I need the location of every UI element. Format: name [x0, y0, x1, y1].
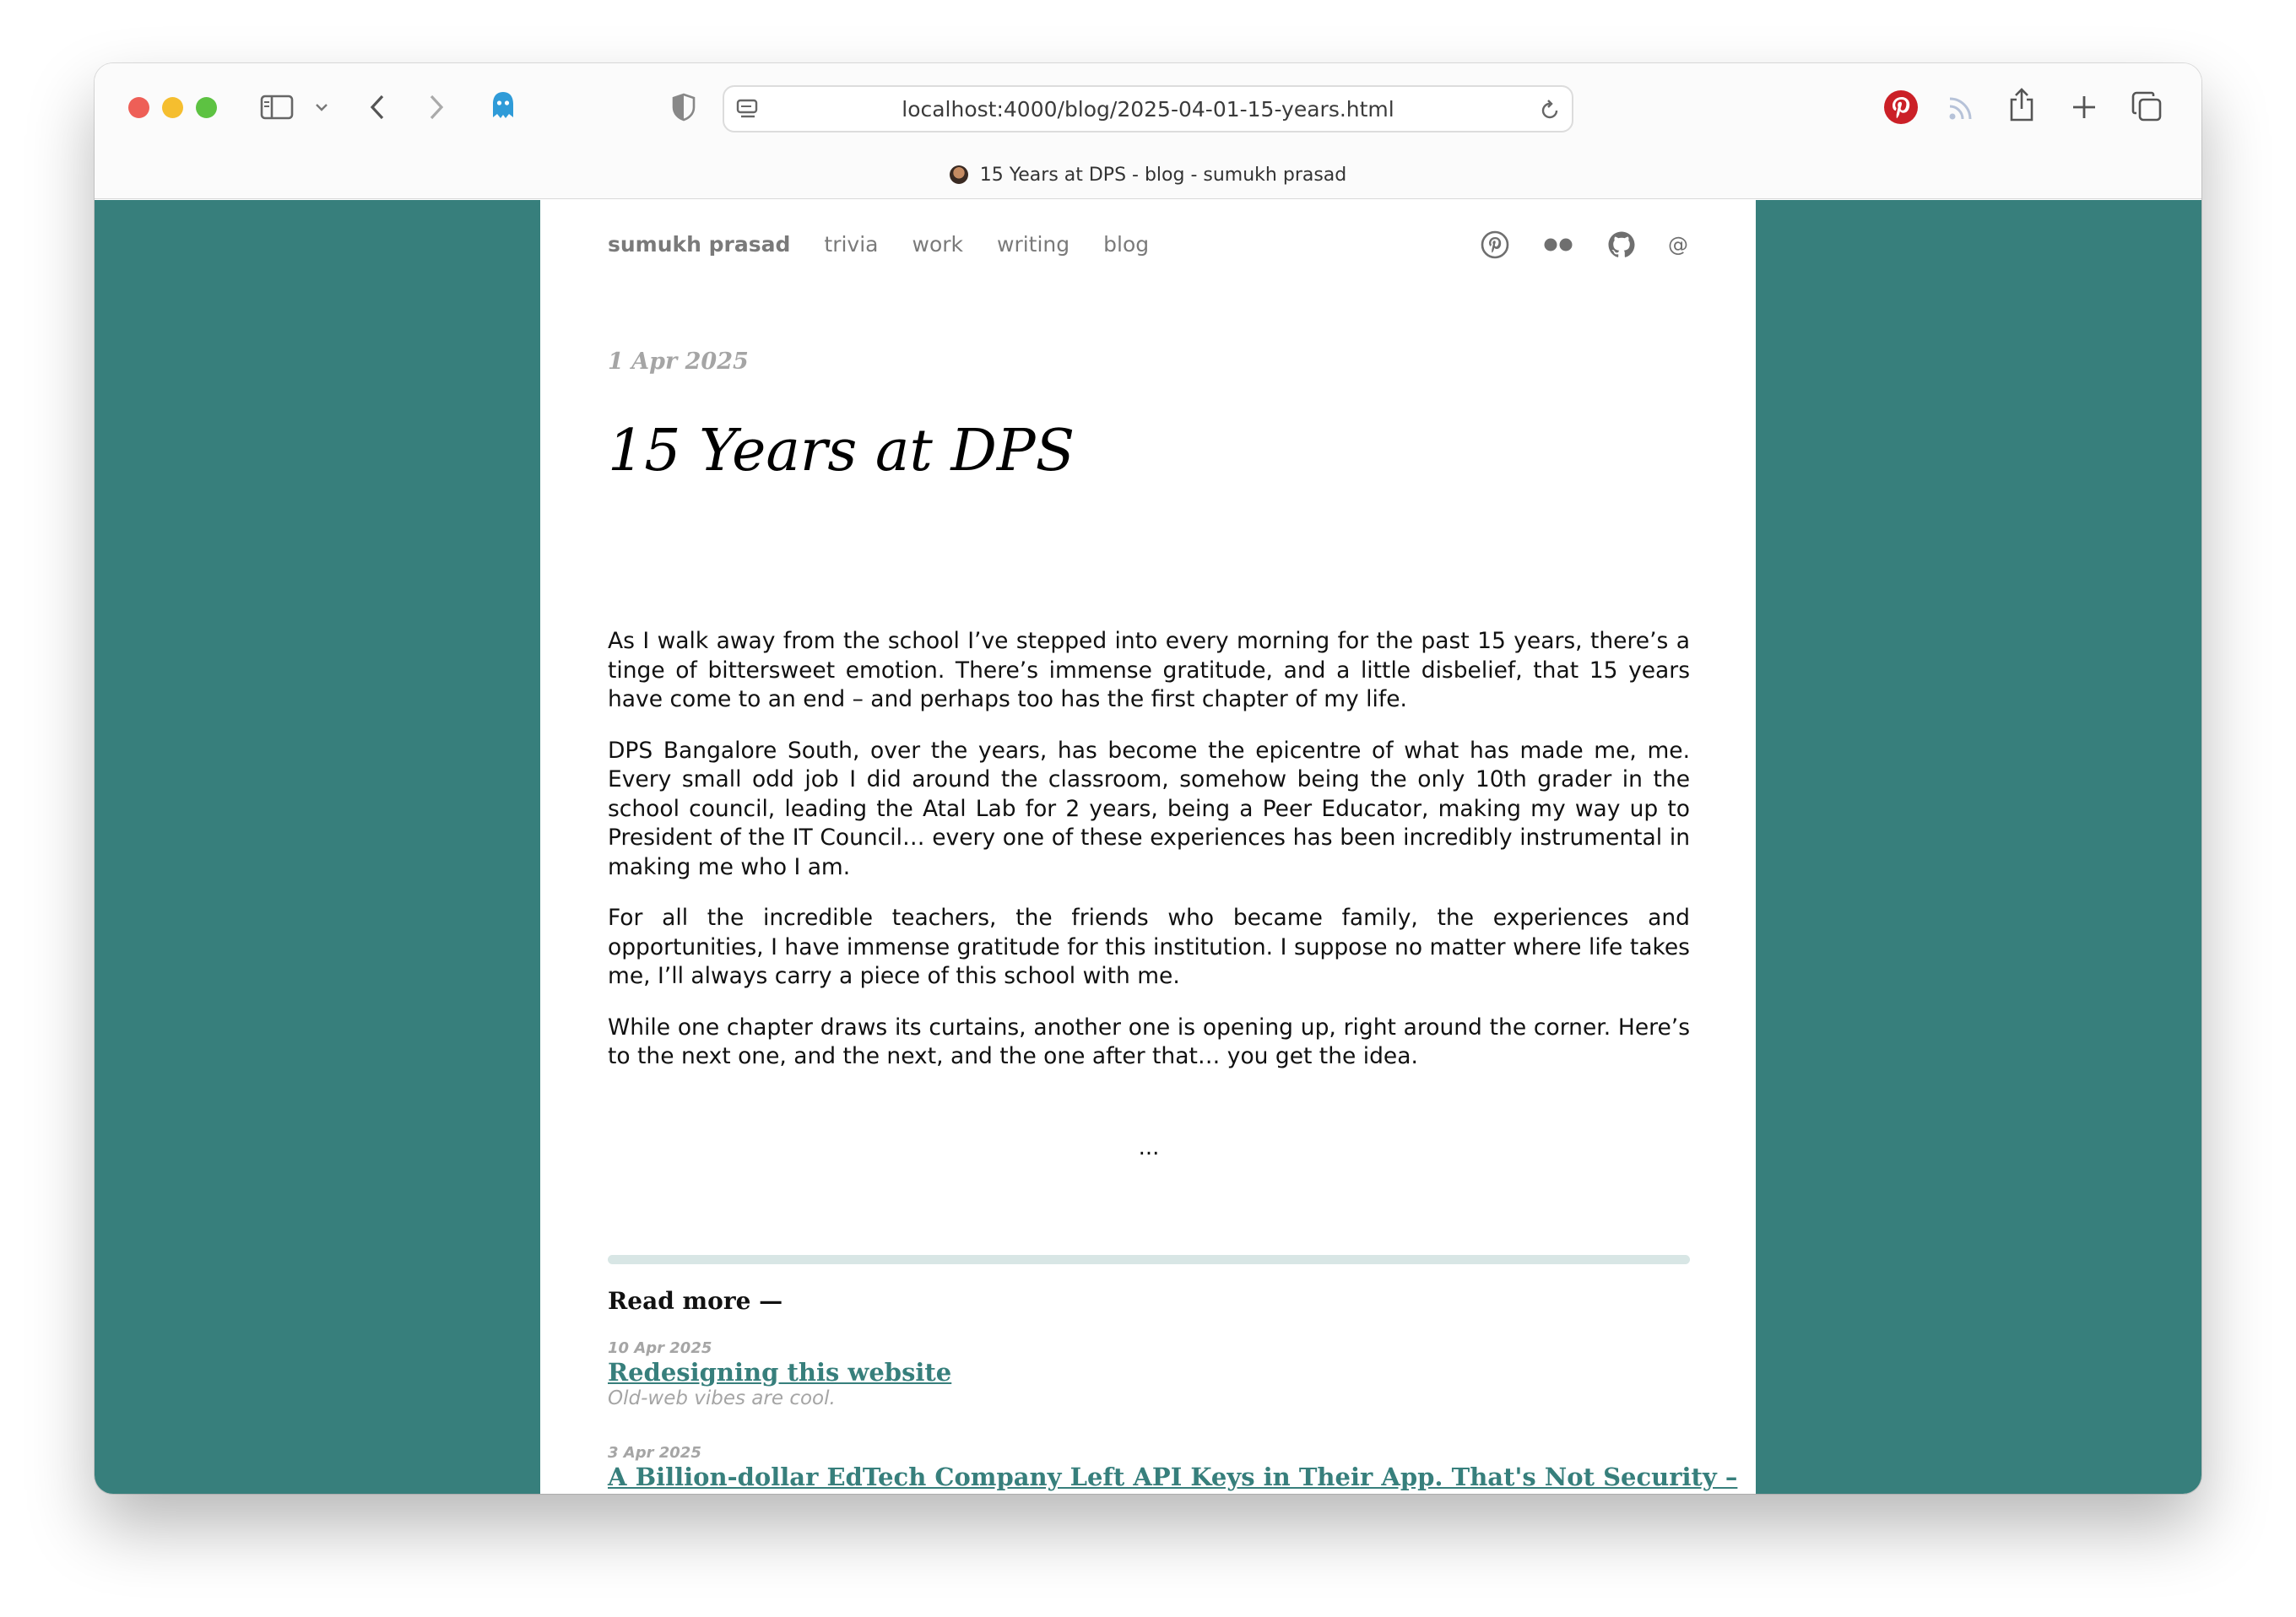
close-window-button[interactable]	[128, 97, 149, 118]
read-more-heading: Read more —	[608, 1287, 783, 1315]
section-divider	[608, 1255, 1690, 1264]
pinterest-extension-button[interactable]	[1882, 89, 1920, 126]
url-text: localhost:4000/blog/2025-04-01-15-years.…	[902, 96, 1394, 122]
sidebar-toggle-button[interactable]	[260, 92, 294, 122]
read-more-link[interactable]: A Billion-dollar EdTech Company Left API…	[608, 1462, 1737, 1492]
pinterest-icon[interactable]	[1481, 230, 1509, 259]
page-content: sumukh prasad trivia work writing blog @…	[540, 200, 1756, 1494]
read-more-link[interactable]: Redesigning this website	[608, 1357, 1705, 1387]
chevron-right-icon	[430, 95, 444, 120]
active-tab[interactable]: 15 Years at DPS - blog - sumukh prasad	[949, 164, 1347, 186]
ghost-icon	[493, 92, 513, 118]
site-brand-link[interactable]: sumukh prasad	[608, 232, 790, 257]
browser-window: localhost:4000/blog/2025-04-01-15-years.…	[95, 63, 2201, 1494]
rss-button[interactable]	[1945, 90, 1979, 124]
tab-title-text: 15 Years at DPS - blog - sumukh prasad	[979, 164, 1347, 186]
post-end-ellipsis: ...	[1138, 1135, 1160, 1160]
minimize-window-button[interactable]	[162, 97, 183, 118]
github-icon[interactable]	[1607, 230, 1636, 259]
reload-icon[interactable]	[1538, 99, 1562, 122]
browser-toolbar: localhost:4000/blog/2025-04-01-15-years.…	[95, 63, 2201, 151]
read-more-subtitle: Old-web vibes are cool.	[608, 1387, 836, 1409]
chevron-left-icon	[370, 95, 384, 120]
shield-icon	[672, 93, 696, 122]
post-paragraph: While one chapter draws its curtains, an…	[608, 1014, 1690, 1070]
nav-link-work[interactable]: work	[912, 232, 964, 257]
read-more-item: 10 Apr 2025 Redesigning this website Old…	[608, 1339, 1705, 1409]
read-more-item: 3 Apr 2025 A Billion-dollar EdTech Compa…	[608, 1444, 1737, 1492]
nav-link-trivia[interactable]: trivia	[824, 232, 878, 257]
post-paragraph: DPS Bangalore South, over the years, has…	[608, 737, 1690, 880]
post-title: 15 Years at DPS	[608, 418, 1075, 484]
post-paragraph: As I walk away from the school I’ve step…	[608, 628, 1690, 712]
forward-button[interactable]	[422, 90, 451, 124]
share-icon	[2010, 88, 2033, 122]
tab-bar: 15 Years at DPS - blog - sumukh prasad	[95, 151, 2201, 199]
ghostery-extension-button[interactable]	[488, 89, 518, 124]
share-button[interactable]	[2006, 85, 2038, 124]
social-links: @	[1481, 230, 1688, 259]
post-body: As I walk away from the school I’ve step…	[608, 627, 1690, 1094]
site-nav: sumukh prasad trivia work writing blog	[608, 232, 1183, 257]
privacy-report-button[interactable]	[669, 90, 699, 124]
avatar-favicon-icon	[949, 165, 968, 184]
rss-icon	[1949, 97, 1972, 120]
screenshot-stage: localhost:4000/blog/2025-04-01-15-years.…	[0, 0, 2296, 1617]
page-viewport: sumukh prasad trivia work writing blog @…	[95, 200, 2201, 1494]
tabs-icon	[2131, 91, 2162, 122]
post-date: 1 Apr 2025	[608, 349, 749, 375]
post-paragraph: For all the incredible teachers, the fri…	[608, 905, 1690, 989]
nav-link-blog[interactable]: blog	[1103, 232, 1149, 257]
back-button[interactable]	[363, 90, 392, 124]
read-more-date: 10 Apr 2025	[608, 1339, 712, 1357]
sidebar-menu-button[interactable]	[312, 97, 331, 117]
zoom-window-button[interactable]	[196, 97, 217, 118]
chevron-down-icon	[316, 104, 328, 111]
address-bar[interactable]: localhost:4000/blog/2025-04-01-15-years.…	[723, 85, 1573, 132]
pinterest-icon	[1884, 90, 1918, 124]
flickr-icon[interactable]	[1541, 236, 1575, 253]
email-icon[interactable]: @	[1668, 233, 1688, 257]
nav-link-writing[interactable]: writing	[997, 232, 1069, 257]
read-more-date: 3 Apr 2025	[608, 1444, 701, 1462]
sidebar-icon	[260, 95, 294, 120]
new-tab-button[interactable]	[2068, 90, 2100, 124]
plus-icon	[2073, 96, 2095, 118]
tab-overview-button[interactable]	[2129, 89, 2164, 124]
